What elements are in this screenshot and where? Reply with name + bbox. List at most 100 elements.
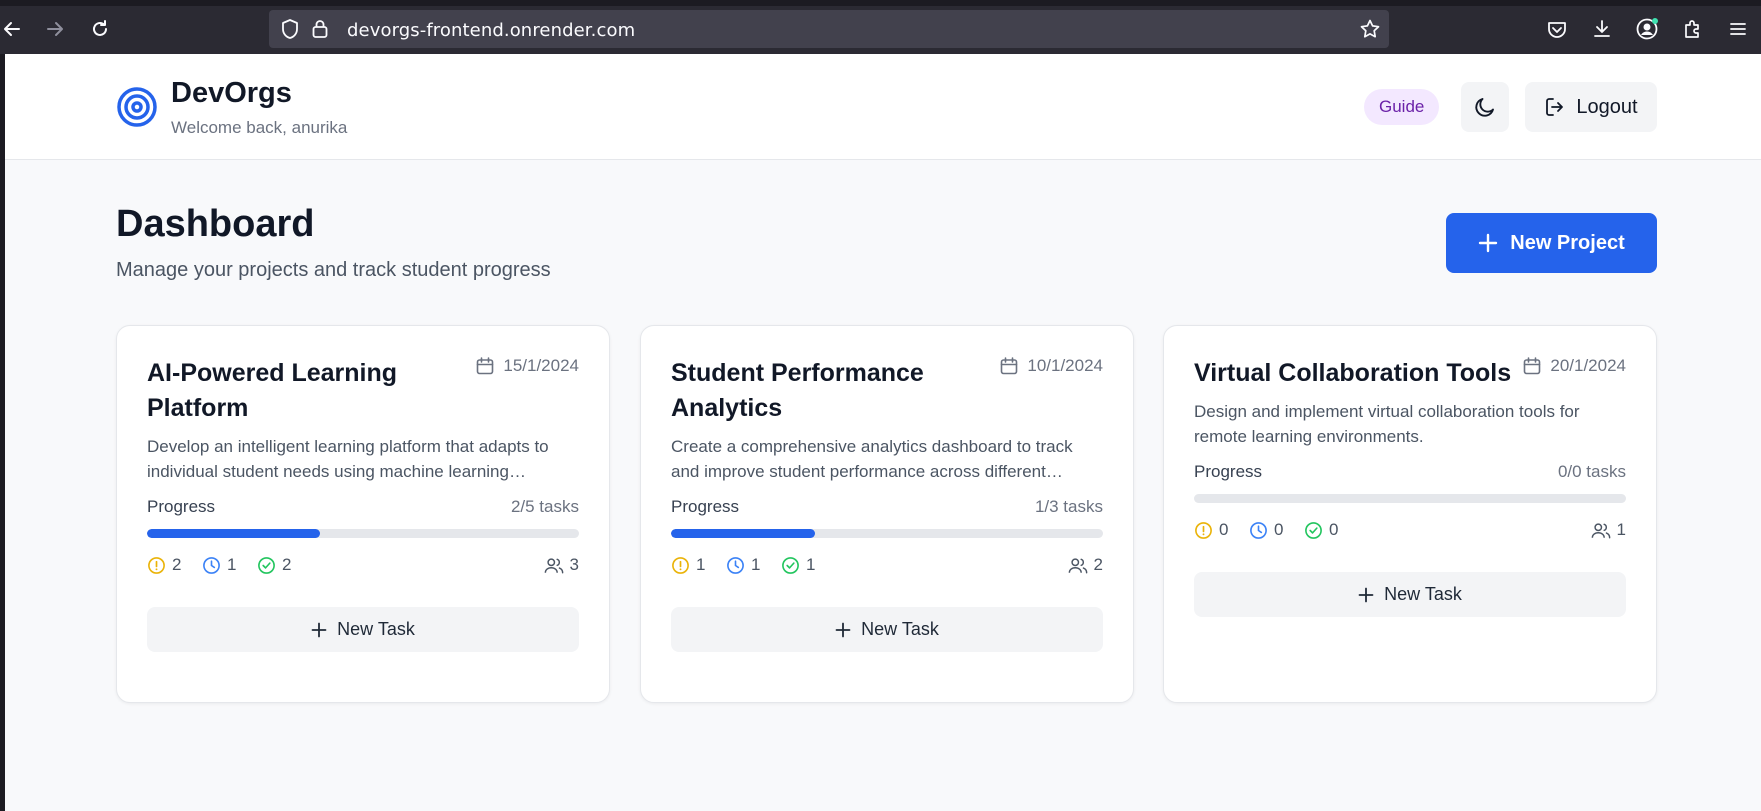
in-progress-stat: 1 bbox=[202, 555, 236, 575]
url-text[interactable]: devorgs-frontend.onrender.com bbox=[347, 20, 635, 41]
new-task-label: New Task bbox=[337, 619, 415, 639]
project-description: Develop an intelligent learning platform… bbox=[147, 437, 549, 481]
done-count: 0 bbox=[1329, 520, 1339, 539]
forward-arrow-icon[interactable] bbox=[43, 17, 67, 41]
clock-icon bbox=[1249, 521, 1268, 540]
task-stats: 0 0 0 1 bbox=[1194, 520, 1626, 544]
done-stat: 0 bbox=[1304, 520, 1338, 540]
pending-stat: 0 bbox=[1194, 520, 1228, 540]
members-stat: 1 bbox=[1591, 520, 1626, 540]
progress-fill bbox=[147, 529, 320, 538]
members-count: 2 bbox=[1093, 555, 1103, 574]
new-task-button[interactable]: New Task bbox=[147, 607, 579, 652]
members-count: 3 bbox=[569, 555, 579, 574]
clock-icon bbox=[726, 556, 745, 575]
new-task-button[interactable]: New Task bbox=[671, 607, 1103, 652]
check-circle-icon bbox=[257, 556, 276, 575]
guide-button[interactable]: Guide bbox=[1364, 89, 1440, 125]
pending-stat: 1 bbox=[671, 555, 705, 575]
progress-task-count: 1/3 tasks bbox=[1034, 497, 1103, 516]
members-stat: 2 bbox=[1068, 555, 1103, 575]
new-task-label: New Task bbox=[1384, 584, 1462, 604]
in-progress-count: 1 bbox=[227, 555, 237, 574]
in-progress-count: 1 bbox=[751, 555, 761, 574]
calendar-icon bbox=[1522, 356, 1542, 376]
app-header: DevOrgs Welcome back, anurika Guide Logo… bbox=[5, 54, 1761, 160]
logout-button[interactable]: Logout bbox=[1525, 82, 1657, 132]
browser-toolbar: devorgs-frontend.onrender.com bbox=[0, 0, 1761, 54]
users-icon bbox=[1591, 521, 1611, 540]
theme-toggle-button[interactable] bbox=[1461, 82, 1509, 132]
alert-circle-icon bbox=[1194, 521, 1213, 540]
moon-icon bbox=[1473, 95, 1497, 119]
task-stats: 2 1 2 3 bbox=[147, 555, 579, 579]
welcome-text: Welcome back, anurika bbox=[171, 118, 348, 137]
progress-task-count: 2/5 tasks bbox=[510, 497, 579, 516]
plus-icon bbox=[311, 622, 327, 638]
calendar-icon bbox=[475, 356, 495, 376]
page-subtitle: Manage your projects and track student p… bbox=[116, 259, 551, 281]
project-card[interactable]: Student Performance Analytics 10/1/2024 … bbox=[640, 325, 1134, 703]
logout-label: Logout bbox=[1576, 95, 1638, 118]
alert-circle-icon bbox=[147, 556, 166, 575]
check-circle-icon bbox=[1304, 521, 1323, 540]
new-task-button[interactable]: New Task bbox=[1194, 572, 1626, 617]
clock-icon bbox=[202, 556, 221, 575]
project-description: Create a comprehensive analytics dashboa… bbox=[671, 437, 1073, 481]
bookmark-star-icon[interactable] bbox=[1359, 18, 1381, 40]
project-title[interactable]: Virtual Collaboration Tools bbox=[1194, 356, 1524, 391]
progress-fill bbox=[671, 529, 815, 538]
pocket-icon[interactable] bbox=[1545, 17, 1569, 41]
done-count: 1 bbox=[806, 555, 816, 574]
members-stat: 3 bbox=[544, 555, 579, 575]
account-icon[interactable] bbox=[1635, 17, 1659, 41]
plus-icon bbox=[1358, 587, 1374, 603]
pending-count: 0 bbox=[1219, 520, 1229, 539]
in-progress-count: 0 bbox=[1274, 520, 1284, 539]
new-project-label: New Project bbox=[1510, 231, 1625, 254]
project-date: 10/1/2024 bbox=[999, 356, 1103, 376]
in-progress-stat: 0 bbox=[1249, 520, 1283, 540]
plus-icon bbox=[1478, 233, 1498, 253]
project-title[interactable]: Student Performance Analytics bbox=[671, 356, 971, 426]
project-title[interactable]: AI-Powered Learning Platform bbox=[147, 356, 447, 426]
new-project-button[interactable]: New Project bbox=[1446, 213, 1657, 273]
pending-count: 1 bbox=[696, 555, 706, 574]
page-title: Dashboard bbox=[116, 203, 315, 245]
project-card[interactable]: AI-Powered Learning Platform 15/1/2024 D… bbox=[116, 325, 610, 703]
project-date: 15/1/2024 bbox=[475, 356, 579, 376]
task-stats: 1 1 1 2 bbox=[671, 555, 1103, 579]
progress-label: Progress bbox=[1194, 462, 1263, 481]
back-arrow-icon[interactable] bbox=[0, 17, 24, 41]
done-stat: 1 bbox=[781, 555, 815, 575]
target-logo-icon bbox=[116, 86, 158, 128]
shield-icon[interactable] bbox=[280, 18, 300, 40]
project-date-text: 10/1/2024 bbox=[1027, 356, 1103, 375]
calendar-icon bbox=[999, 356, 1019, 376]
address-bar[interactable]: devorgs-frontend.onrender.com bbox=[269, 10, 1389, 48]
reload-icon[interactable] bbox=[88, 17, 112, 41]
progress-bar bbox=[147, 529, 579, 538]
download-icon[interactable] bbox=[1590, 17, 1614, 41]
pending-count: 2 bbox=[172, 555, 182, 574]
new-task-label: New Task bbox=[861, 619, 939, 639]
project-date-text: 15/1/2024 bbox=[503, 356, 579, 375]
project-card[interactable]: Virtual Collaboration Tools 20/1/2024 De… bbox=[1163, 325, 1657, 703]
lock-icon[interactable] bbox=[311, 18, 329, 40]
done-stat: 2 bbox=[257, 555, 291, 575]
brand-name: DevOrgs bbox=[171, 77, 292, 109]
progress-label: Progress bbox=[147, 497, 216, 516]
extensions-icon[interactable] bbox=[1681, 17, 1705, 41]
done-count: 2 bbox=[282, 555, 292, 574]
project-date-text: 20/1/2024 bbox=[1550, 356, 1626, 375]
in-progress-stat: 1 bbox=[726, 555, 760, 575]
project-description: Design and implement virtual collaborati… bbox=[1194, 402, 1580, 446]
progress-bar bbox=[671, 529, 1103, 538]
logout-icon bbox=[1544, 96, 1566, 118]
progress-task-count: 0/0 tasks bbox=[1557, 462, 1626, 481]
project-date: 20/1/2024 bbox=[1522, 356, 1626, 376]
users-icon bbox=[544, 556, 564, 575]
menu-icon[interactable] bbox=[1726, 17, 1750, 41]
progress-label: Progress bbox=[671, 497, 740, 516]
app-viewport: DevOrgs Welcome back, anurika Guide Logo… bbox=[5, 54, 1761, 811]
